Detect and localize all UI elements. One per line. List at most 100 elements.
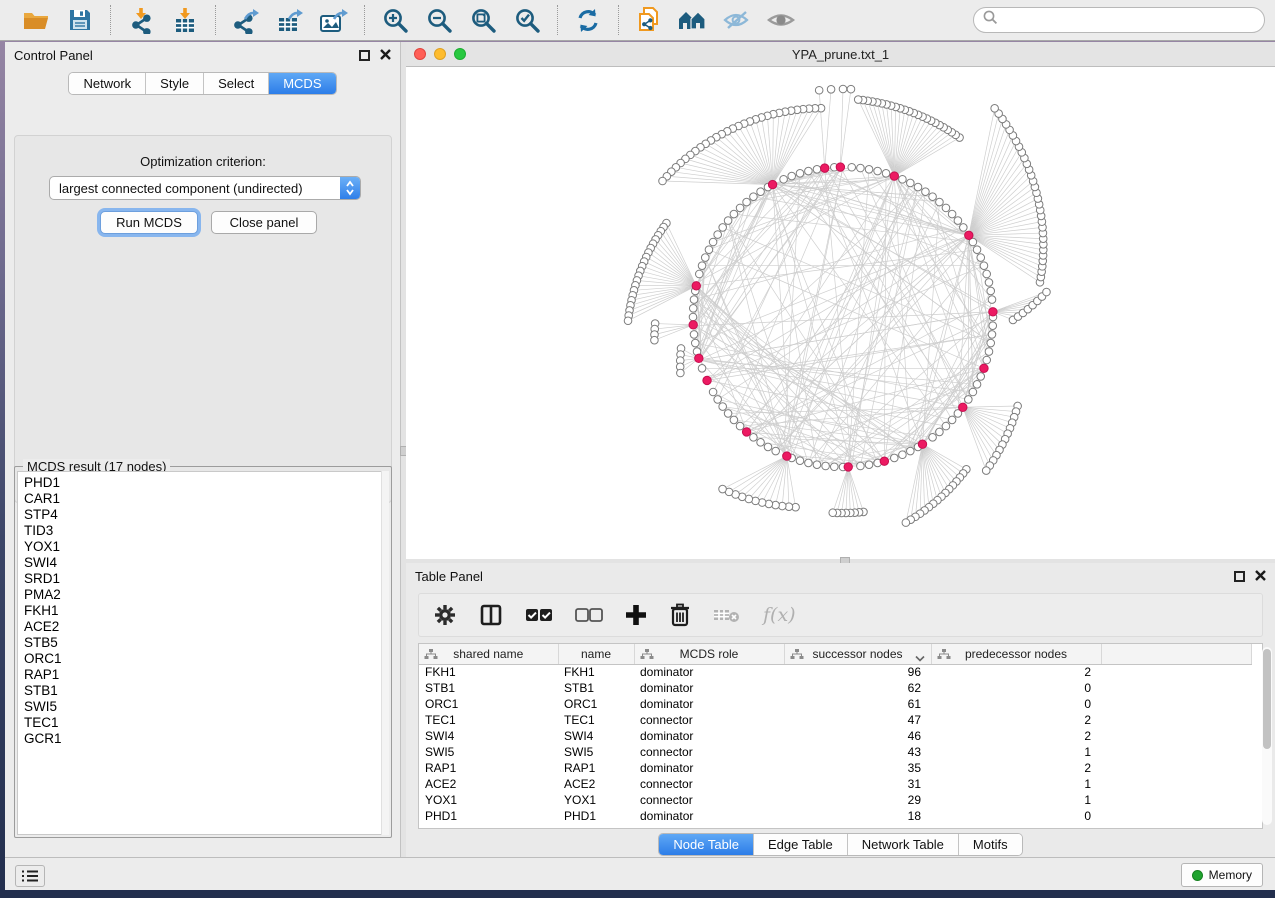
- export-table-button[interactable]: [272, 4, 308, 36]
- mcds-result-item[interactable]: CAR1: [24, 491, 388, 507]
- table-toolbar: f(x): [418, 593, 1263, 637]
- cell: [1101, 792, 1251, 808]
- control-panel-title: Control Panel: [14, 48, 93, 63]
- mcds-result-item[interactable]: SRD1: [24, 571, 388, 587]
- show-all-button[interactable]: [763, 4, 799, 36]
- mcds-result-item[interactable]: STB1: [24, 683, 388, 699]
- mcds-result-item[interactable]: YOX1: [24, 539, 388, 555]
- mcds-result-item[interactable]: GCR1: [24, 731, 388, 747]
- mcds-result-item[interactable]: TID3: [24, 523, 388, 539]
- mcds-result-item[interactable]: TEC1: [24, 715, 388, 731]
- float-table-panel-icon[interactable]: [1234, 571, 1245, 582]
- delete-row-button[interactable]: [669, 603, 691, 627]
- float-panel-icon[interactable]: [359, 50, 370, 61]
- control-panel-header: Control Panel: [5, 42, 400, 68]
- mcds-result-item[interactable]: SWI4: [24, 555, 388, 571]
- network-canvas[interactable]: [406, 67, 1275, 559]
- tab-network-table[interactable]: Network Table: [848, 834, 959, 855]
- close-table-panel-icon[interactable]: [1255, 569, 1266, 584]
- zoom-fit-button[interactable]: [465, 4, 501, 36]
- cell: TEC1: [558, 712, 634, 728]
- export-network-button[interactable]: [228, 4, 264, 36]
- column-header-name[interactable]: name: [558, 644, 634, 664]
- table-row[interactable]: YOX1YOX1connector291: [419, 792, 1251, 808]
- column-header-MCDS-role[interactable]: MCDS role: [634, 644, 784, 664]
- cell: connector: [634, 712, 784, 728]
- cell: [1101, 776, 1251, 792]
- optimization-criterion-label: Optimization criterion:: [15, 154, 391, 169]
- cell: 0: [931, 808, 1101, 824]
- tab-edge-table[interactable]: Edge Table: [754, 834, 848, 855]
- mcds-result-item[interactable]: PHD1: [24, 475, 388, 491]
- mcds-result-item[interactable]: FKH1: [24, 603, 388, 619]
- import-table-button[interactable]: [167, 4, 203, 36]
- search-input[interactable]: [1004, 12, 1255, 29]
- automation-menu-button[interactable]: [15, 865, 45, 887]
- tab-node-table[interactable]: Node Table: [659, 834, 754, 855]
- zoom-in-button[interactable]: [377, 4, 413, 36]
- open-button[interactable]: [18, 4, 54, 36]
- optimization-criterion-value: largest connected component (undirected): [59, 181, 303, 196]
- zoom-selected-button[interactable]: [509, 4, 545, 36]
- first-neighbors-button[interactable]: [675, 4, 711, 36]
- mcds-result-item[interactable]: STB5: [24, 635, 388, 651]
- columns-button[interactable]: [479, 603, 503, 627]
- table-row[interactable]: PHD1PHD1dominator180: [419, 808, 1251, 824]
- mcds-result-scrollbar[interactable]: [381, 471, 389, 835]
- deselect-all-button[interactable]: [575, 606, 603, 624]
- table-settings-button[interactable]: [433, 603, 457, 627]
- tab-motifs[interactable]: Motifs: [959, 834, 1022, 855]
- table-row[interactable]: STB1STB1dominator620: [419, 680, 1251, 696]
- tab-style[interactable]: Style: [146, 73, 204, 94]
- close-panel-icon[interactable]: [380, 48, 391, 63]
- mcds-result-item[interactable]: STP4: [24, 507, 388, 523]
- table-row[interactable]: SWI5SWI5connector431: [419, 744, 1251, 760]
- cell: PHD1: [419, 808, 558, 824]
- table-row[interactable]: SWI4SWI4dominator462: [419, 728, 1251, 744]
- cell: connector: [634, 792, 784, 808]
- duplicate-network-button[interactable]: [631, 4, 667, 36]
- cell: dominator: [634, 680, 784, 696]
- mcds-result-item[interactable]: RAP1: [24, 667, 388, 683]
- hide-selected-button[interactable]: [719, 4, 755, 36]
- close-panel-button[interactable]: Close panel: [211, 211, 317, 234]
- cell: [1101, 712, 1251, 728]
- column-header-shared-name[interactable]: shared name: [419, 644, 558, 664]
- column-header-predecessor-nodes[interactable]: predecessor nodes: [931, 644, 1101, 664]
- mcds-result-item[interactable]: PMA2: [24, 587, 388, 603]
- table-row[interactable]: FKH1FKH1dominator962: [419, 664, 1251, 680]
- table-scrollbar-thumb[interactable]: [1263, 649, 1271, 749]
- table-row[interactable]: RAP1RAP1dominator352: [419, 760, 1251, 776]
- run-mcds-button[interactable]: Run MCDS: [100, 211, 198, 234]
- mcds-result-item[interactable]: ACE2: [24, 619, 388, 635]
- tab-mcds[interactable]: MCDS: [269, 73, 335, 94]
- cell: 2: [931, 760, 1101, 776]
- add-row-button[interactable]: [625, 604, 647, 626]
- tab-select[interactable]: Select: [204, 73, 269, 94]
- mcds-result-list[interactable]: PHD1CAR1STP4TID3YOX1SWI4SRD1PMA2FKH1ACE2…: [17, 471, 389, 835]
- mcds-result-item[interactable]: SWI5: [24, 699, 388, 715]
- cell: RAP1: [558, 760, 634, 776]
- table-scrollbar[interactable]: [1262, 647, 1272, 825]
- save-button[interactable]: [62, 4, 98, 36]
- column-header-successor-nodes[interactable]: successor nodes: [784, 644, 931, 664]
- export-image-button[interactable]: [316, 4, 352, 36]
- table-row[interactable]: ORC1ORC1dominator610: [419, 696, 1251, 712]
- cell: 29: [784, 792, 931, 808]
- search-box[interactable]: [973, 7, 1265, 33]
- tab-network[interactable]: Network: [69, 73, 146, 94]
- memory-button[interactable]: Memory: [1181, 863, 1263, 887]
- optimization-criterion-select[interactable]: largest connected component (undirected): [49, 176, 361, 200]
- mcds-result-item[interactable]: ORC1: [24, 651, 388, 667]
- table-panel-title: Table Panel: [415, 569, 483, 584]
- namespace-icon: [424, 649, 438, 663]
- table-row[interactable]: ACE2ACE2connector311: [419, 776, 1251, 792]
- import-network-button[interactable]: [123, 4, 159, 36]
- refresh-button[interactable]: [570, 4, 606, 36]
- node-table: shared namenameMCDS rolesuccessor nodesp…: [418, 643, 1263, 829]
- zoom-out-button[interactable]: [421, 4, 457, 36]
- cell: [1101, 760, 1251, 776]
- table-row[interactable]: TEC1TEC1connector472: [419, 712, 1251, 728]
- cell: ORC1: [558, 696, 634, 712]
- select-all-button[interactable]: [525, 606, 553, 624]
